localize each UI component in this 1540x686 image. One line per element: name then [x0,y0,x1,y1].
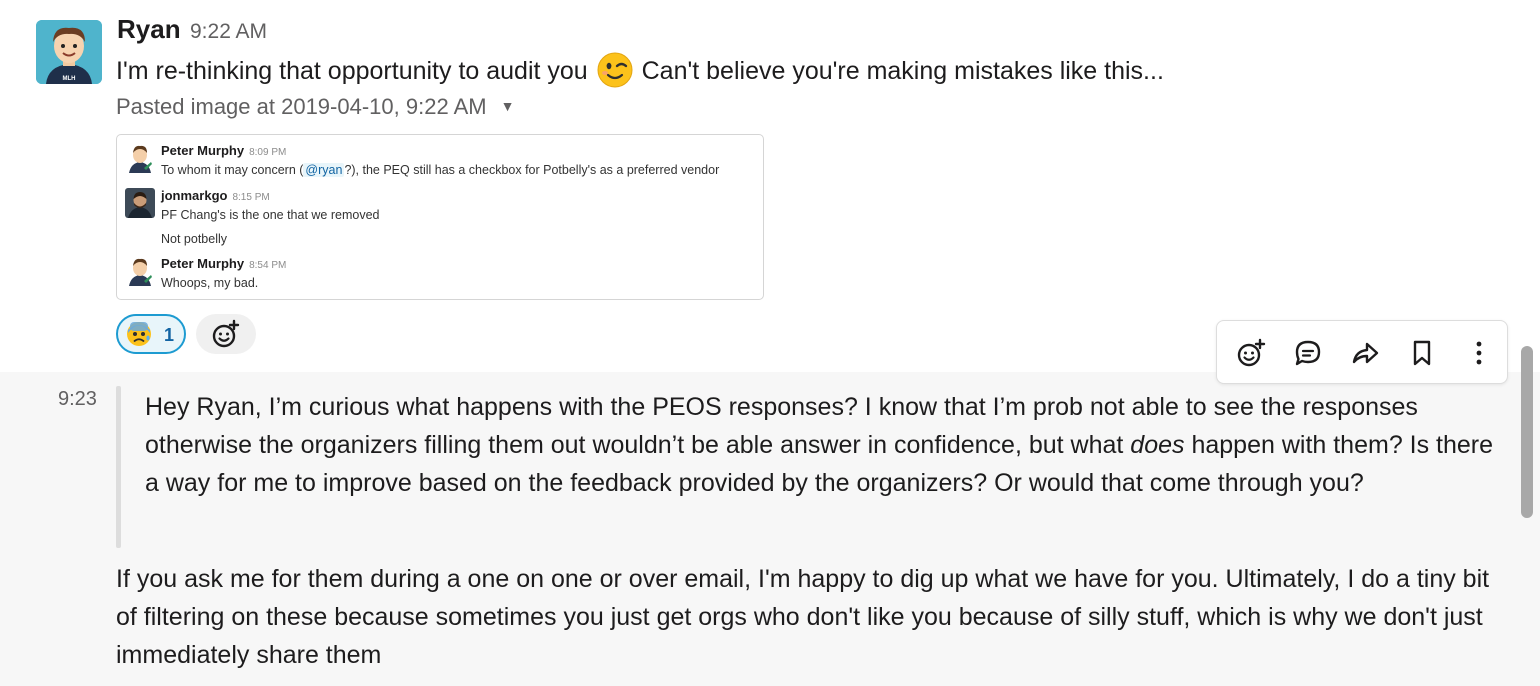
pasted-author: Peter Murphy 8:54 PM [161,256,287,271]
message-timestamp[interactable]: 9:23 [58,388,97,411]
caret-down-icon[interactable]: ▼ [501,98,515,114]
pasted-text: To whom it may concern (@ryan?), the PEQ… [161,163,720,177]
reply-in-thread-icon[interactable] [1290,335,1326,371]
blockquote-text: Hey Ryan, I’m curious what happens with … [145,393,1494,497]
reaction-count: 1 [164,325,175,345]
message-timestamp[interactable]: 9:22 AM [190,20,267,44]
blockquote-bar [116,386,121,548]
pasted-text: Not potbelly [161,232,228,246]
save-bookmark-icon[interactable] [1404,335,1440,371]
add-reaction-button[interactable] [196,314,256,354]
avatar [125,188,155,218]
add-reaction-icon[interactable] [1233,335,1269,371]
pasted-author: Peter Murphy 8:09 PM [161,143,287,158]
avatar [125,256,155,286]
more-actions-icon[interactable] [1461,335,1497,371]
message-text-part2: Can't believe you're making mistakes lik… [641,57,1164,85]
message-text: I'm re-thinking that opportunity to audi… [116,52,1164,88]
mention: @ryan [303,163,345,177]
attachment-title[interactable]: Pasted image at 2019-04-10, 9:22 AM ▼ [116,94,514,120]
pasted-author: jonmarkgo 8:15 PM [161,188,270,203]
svg-text:MLH: MLH [63,76,76,82]
message-ryan: MLH Ryan 9:22 AM I'm re-thinking that op… [0,0,1540,372]
anxious-face-emoji-icon [127,322,151,346]
message-actions-toolbar [1216,320,1508,384]
author-name[interactable]: Ryan [117,14,181,45]
add-reaction-icon [212,319,240,348]
scrollbar[interactable] [1521,346,1533,518]
pasted-text: Whoops, my bad. [161,276,259,290]
reaction-button[interactable]: 1 [116,314,186,354]
message-text: If you ask me for them during a one on o… [116,565,1490,669]
share-message-icon[interactable] [1347,335,1383,371]
avatar [125,143,155,173]
pasted-text: PF Chang's is the one that we removed [161,208,380,222]
avatar[interactable]: MLH [36,20,102,84]
attachment-title-text: Pasted image at 2019-04-10, 9:22 AM [116,94,487,119]
pasted-image[interactable]: Peter Murphy 8:09 PM To whom it may conce… [116,134,764,300]
message-text-part1: I'm re-thinking that opportunity to audi… [116,57,588,85]
message-followup: 9:23 Hey Ryan, I’m curious what happens … [0,372,1540,686]
wink-emoji-icon [597,52,633,88]
